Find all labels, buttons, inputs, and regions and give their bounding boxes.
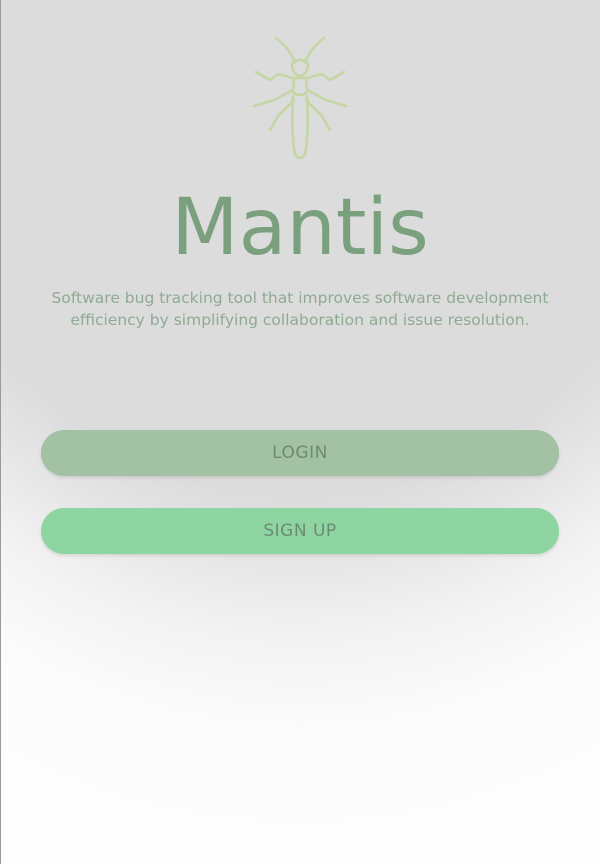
app-tagline: Software bug tracking tool that improves…: [51, 289, 549, 329]
welcome-screen: Mantis Software bug tracking tool that i…: [0, 0, 600, 864]
mantis-insect-icon: [248, 34, 352, 164]
login-button[interactable]: LOGIN: [41, 430, 559, 476]
window-edge: [0, 0, 1, 864]
signup-button[interactable]: SIGN UP: [41, 508, 559, 554]
app-title: Mantis: [171, 183, 429, 273]
